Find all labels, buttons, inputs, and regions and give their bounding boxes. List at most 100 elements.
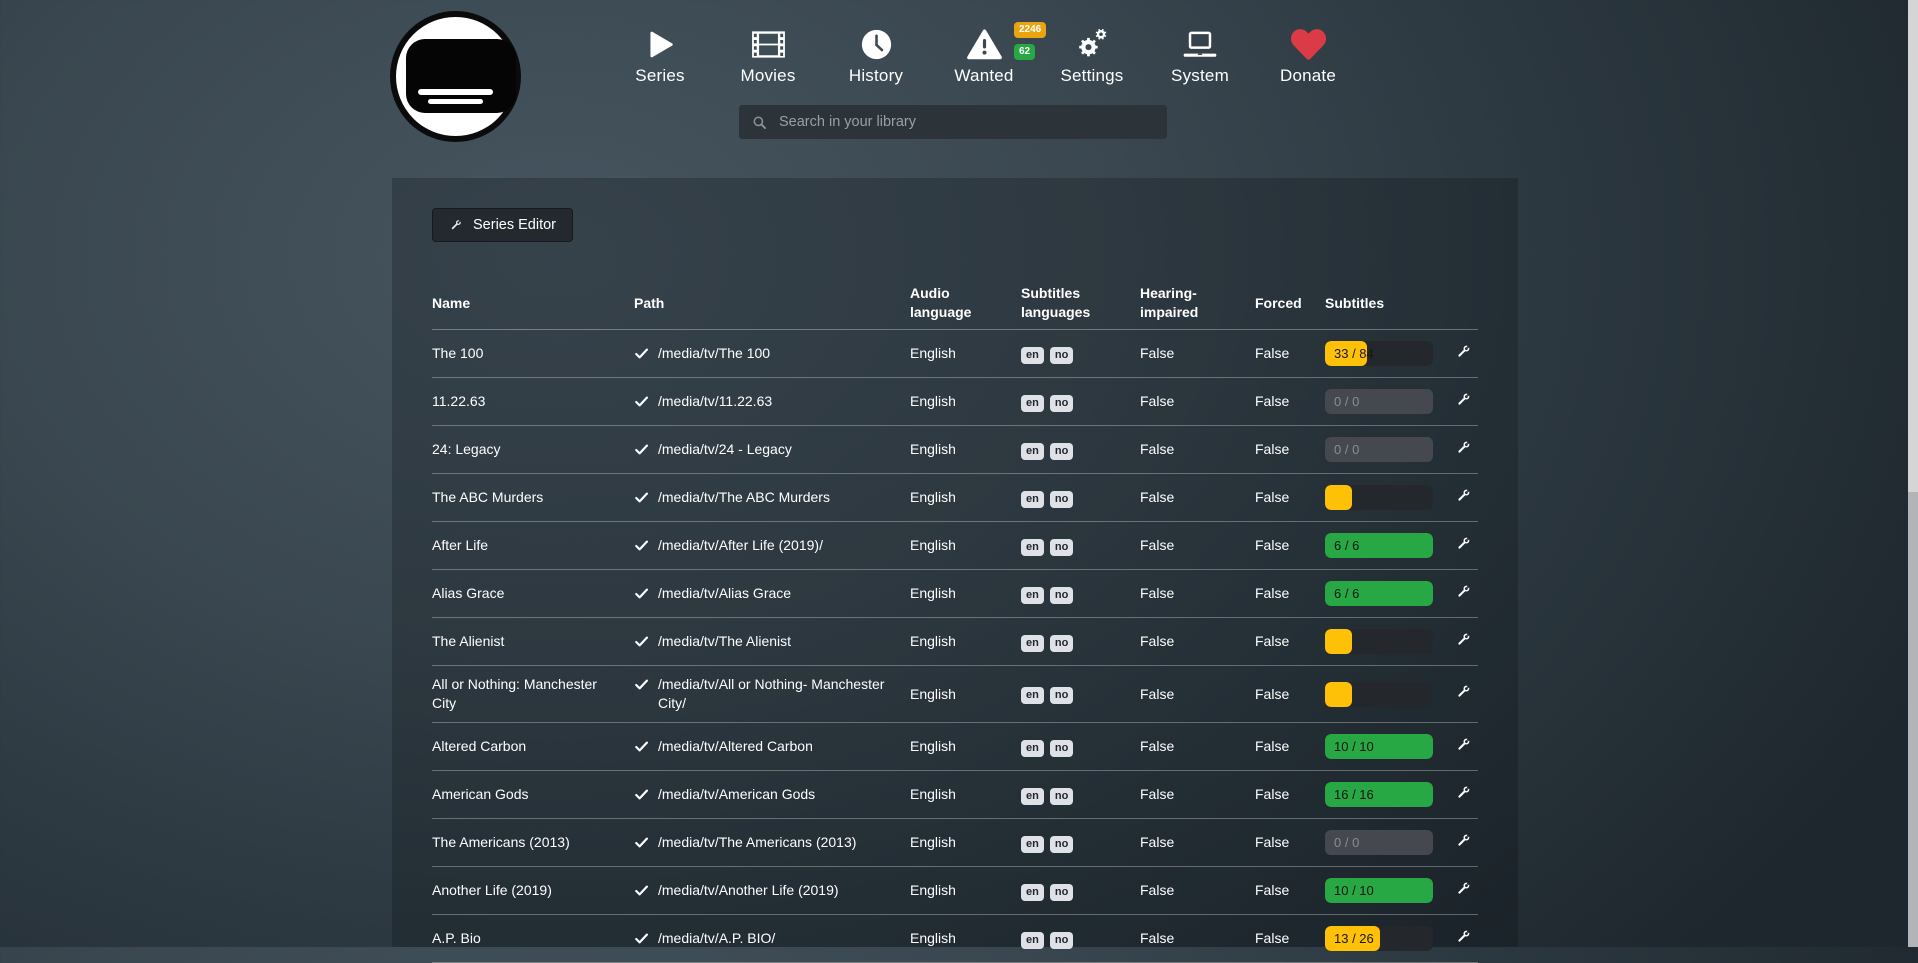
series-row: Another Life (2019)/media/tv/Another Lif… [432, 867, 1478, 915]
series-name[interactable]: American Gods [432, 785, 634, 804]
audio-language-value: English [910, 536, 1021, 555]
forced-value: False [1255, 344, 1325, 363]
subtitles-languages-cell: enno [1021, 440, 1140, 460]
series-name[interactable]: The ABC Murders [432, 488, 634, 507]
bazarr-logo[interactable] [390, 11, 521, 142]
subtitles-progress-bar: 33 / 84 [1325, 341, 1433, 366]
nav-item-history[interactable]: History [822, 16, 930, 86]
edit-series-wrench-icon[interactable] [1455, 928, 1472, 945]
audio-language-value: English [910, 929, 1021, 948]
film-icon [751, 27, 786, 62]
series-path: /media/tv/All or Nothing- Manchester Cit… [634, 675, 910, 713]
row-actions [1455, 928, 1478, 950]
edit-series-wrench-icon[interactable] [1455, 683, 1472, 700]
library-search-input[interactable] [777, 113, 1154, 131]
series-name[interactable]: Another Life (2019) [432, 881, 634, 900]
series-editor-button[interactable]: Series Editor [432, 208, 573, 242]
nav-item-donate[interactable]: Donate [1254, 16, 1362, 86]
series-name[interactable]: A.P. Bio [432, 929, 634, 948]
nav-item-movies[interactable]: Movies [714, 16, 822, 86]
progress-fill [1325, 682, 1352, 707]
series-name[interactable]: After Life [432, 536, 634, 555]
hearing-impaired-value: False [1140, 833, 1255, 852]
progress-label: 10 / 10 [1334, 734, 1374, 759]
subtitle-language-badge: en [1021, 687, 1044, 704]
subtitles-languages-cell: enno [1021, 392, 1140, 412]
subtitle-language-badge: no [1050, 443, 1073, 460]
subtitle-language-badge: no [1050, 491, 1073, 508]
series-path: /media/tv/American Gods [634, 785, 910, 804]
subtitles-cell: 0 / 0 [1325, 389, 1455, 414]
series-path-text: /media/tv/Alias Grace [658, 584, 791, 603]
forced-value: False [1255, 685, 1325, 704]
row-actions [1455, 343, 1478, 365]
edit-series-wrench-icon[interactable] [1455, 535, 1472, 552]
subtitles-progress-bar: 10 / 10 [1325, 734, 1433, 759]
scrollbar-thumb[interactable] [1908, 0, 1918, 492]
nav-label: Settings [1060, 66, 1123, 86]
edit-series-wrench-icon[interactable] [1455, 880, 1472, 897]
edit-series-wrench-icon[interactable] [1455, 583, 1472, 600]
subtitle-language-badge: no [1050, 347, 1073, 364]
series-name[interactable]: The Alienist [432, 632, 634, 651]
subtitle-language-badge: no [1050, 884, 1073, 901]
edit-series-wrench-icon[interactable] [1455, 391, 1472, 408]
series-name[interactable]: The 100 [432, 344, 634, 363]
header-subtitles: Subtitles [1325, 294, 1455, 313]
header-subtitles-languages: Subtitles languages [1021, 284, 1140, 322]
path-exists-check-icon [634, 394, 649, 409]
series-name[interactable]: The Americans (2013) [432, 833, 634, 852]
path-exists-check-icon [634, 586, 649, 601]
subtitles-cell: 10 / 10 [1325, 878, 1455, 903]
nav-icon-box [1291, 16, 1326, 62]
subtitle-language-badge: no [1050, 836, 1073, 853]
subtitles-cell: 10 / 10 [1325, 734, 1455, 759]
path-exists-check-icon [634, 787, 649, 802]
logo-subtitle-line [428, 99, 483, 104]
series-path: /media/tv/Altered Carbon [634, 737, 910, 756]
series-name[interactable]: 11.22.63 [432, 392, 634, 411]
subtitles-languages-cell: enno [1021, 833, 1140, 853]
nav-icon-box [645, 16, 676, 62]
edit-series-wrench-icon[interactable] [1455, 487, 1472, 504]
subtitles-cell [1325, 485, 1455, 510]
edit-series-wrench-icon[interactable] [1455, 631, 1472, 648]
series-path: /media/tv/Alias Grace [634, 584, 910, 603]
nav-item-system[interactable]: System [1146, 16, 1254, 86]
row-actions [1455, 832, 1478, 854]
subtitle-language-badge: no [1050, 687, 1073, 704]
series-name[interactable]: Alias Grace [432, 584, 634, 603]
subtitles-languages-cell: enno [1021, 737, 1140, 757]
series-row: All or Nothing: Manchester City/media/tv… [432, 666, 1478, 723]
nav-item-series[interactable]: Series [606, 16, 714, 86]
series-table: Name Path Audio language Subtitles langu… [432, 242, 1478, 963]
nav-icon-box [1072, 16, 1113, 62]
nav-item-settings[interactable]: Settings [1038, 16, 1146, 86]
row-actions [1455, 683, 1478, 705]
series-name[interactable]: Altered Carbon [432, 737, 634, 756]
nav-item-wanted[interactable]: 224662Wanted [930, 16, 1038, 86]
edit-series-wrench-icon[interactable] [1455, 784, 1472, 801]
page-scrollbar[interactable] [1908, 0, 1918, 947]
series-path: /media/tv/11.22.63 [634, 392, 910, 411]
series-name[interactable]: All or Nothing: Manchester City [432, 675, 634, 713]
path-exists-check-icon [634, 739, 649, 754]
edit-series-wrench-icon[interactable] [1455, 736, 1472, 753]
series-name[interactable]: 24: Legacy [432, 440, 634, 459]
subtitle-language-badge: en [1021, 395, 1044, 412]
edit-series-wrench-icon[interactable] [1455, 832, 1472, 849]
audio-language-value: English [910, 881, 1021, 900]
subtitles-languages-cell: enno [1021, 632, 1140, 652]
header-name: Name [432, 294, 634, 313]
edit-series-wrench-icon[interactable] [1455, 439, 1472, 456]
progress-fill [1325, 485, 1352, 510]
nav-label: Series [635, 66, 684, 86]
series-path-text: /media/tv/24 - Legacy [658, 440, 792, 459]
edit-series-wrench-icon[interactable] [1455, 343, 1472, 360]
subtitle-language-badge: no [1050, 587, 1073, 604]
heart-icon [1291, 27, 1326, 62]
forced-value: False [1255, 737, 1325, 756]
subtitles-languages-cell: enno [1021, 881, 1140, 901]
header-hearing-impaired: Hearing-impaired [1140, 284, 1255, 322]
series-table-header: Name Path Audio language Subtitles langu… [432, 242, 1478, 330]
